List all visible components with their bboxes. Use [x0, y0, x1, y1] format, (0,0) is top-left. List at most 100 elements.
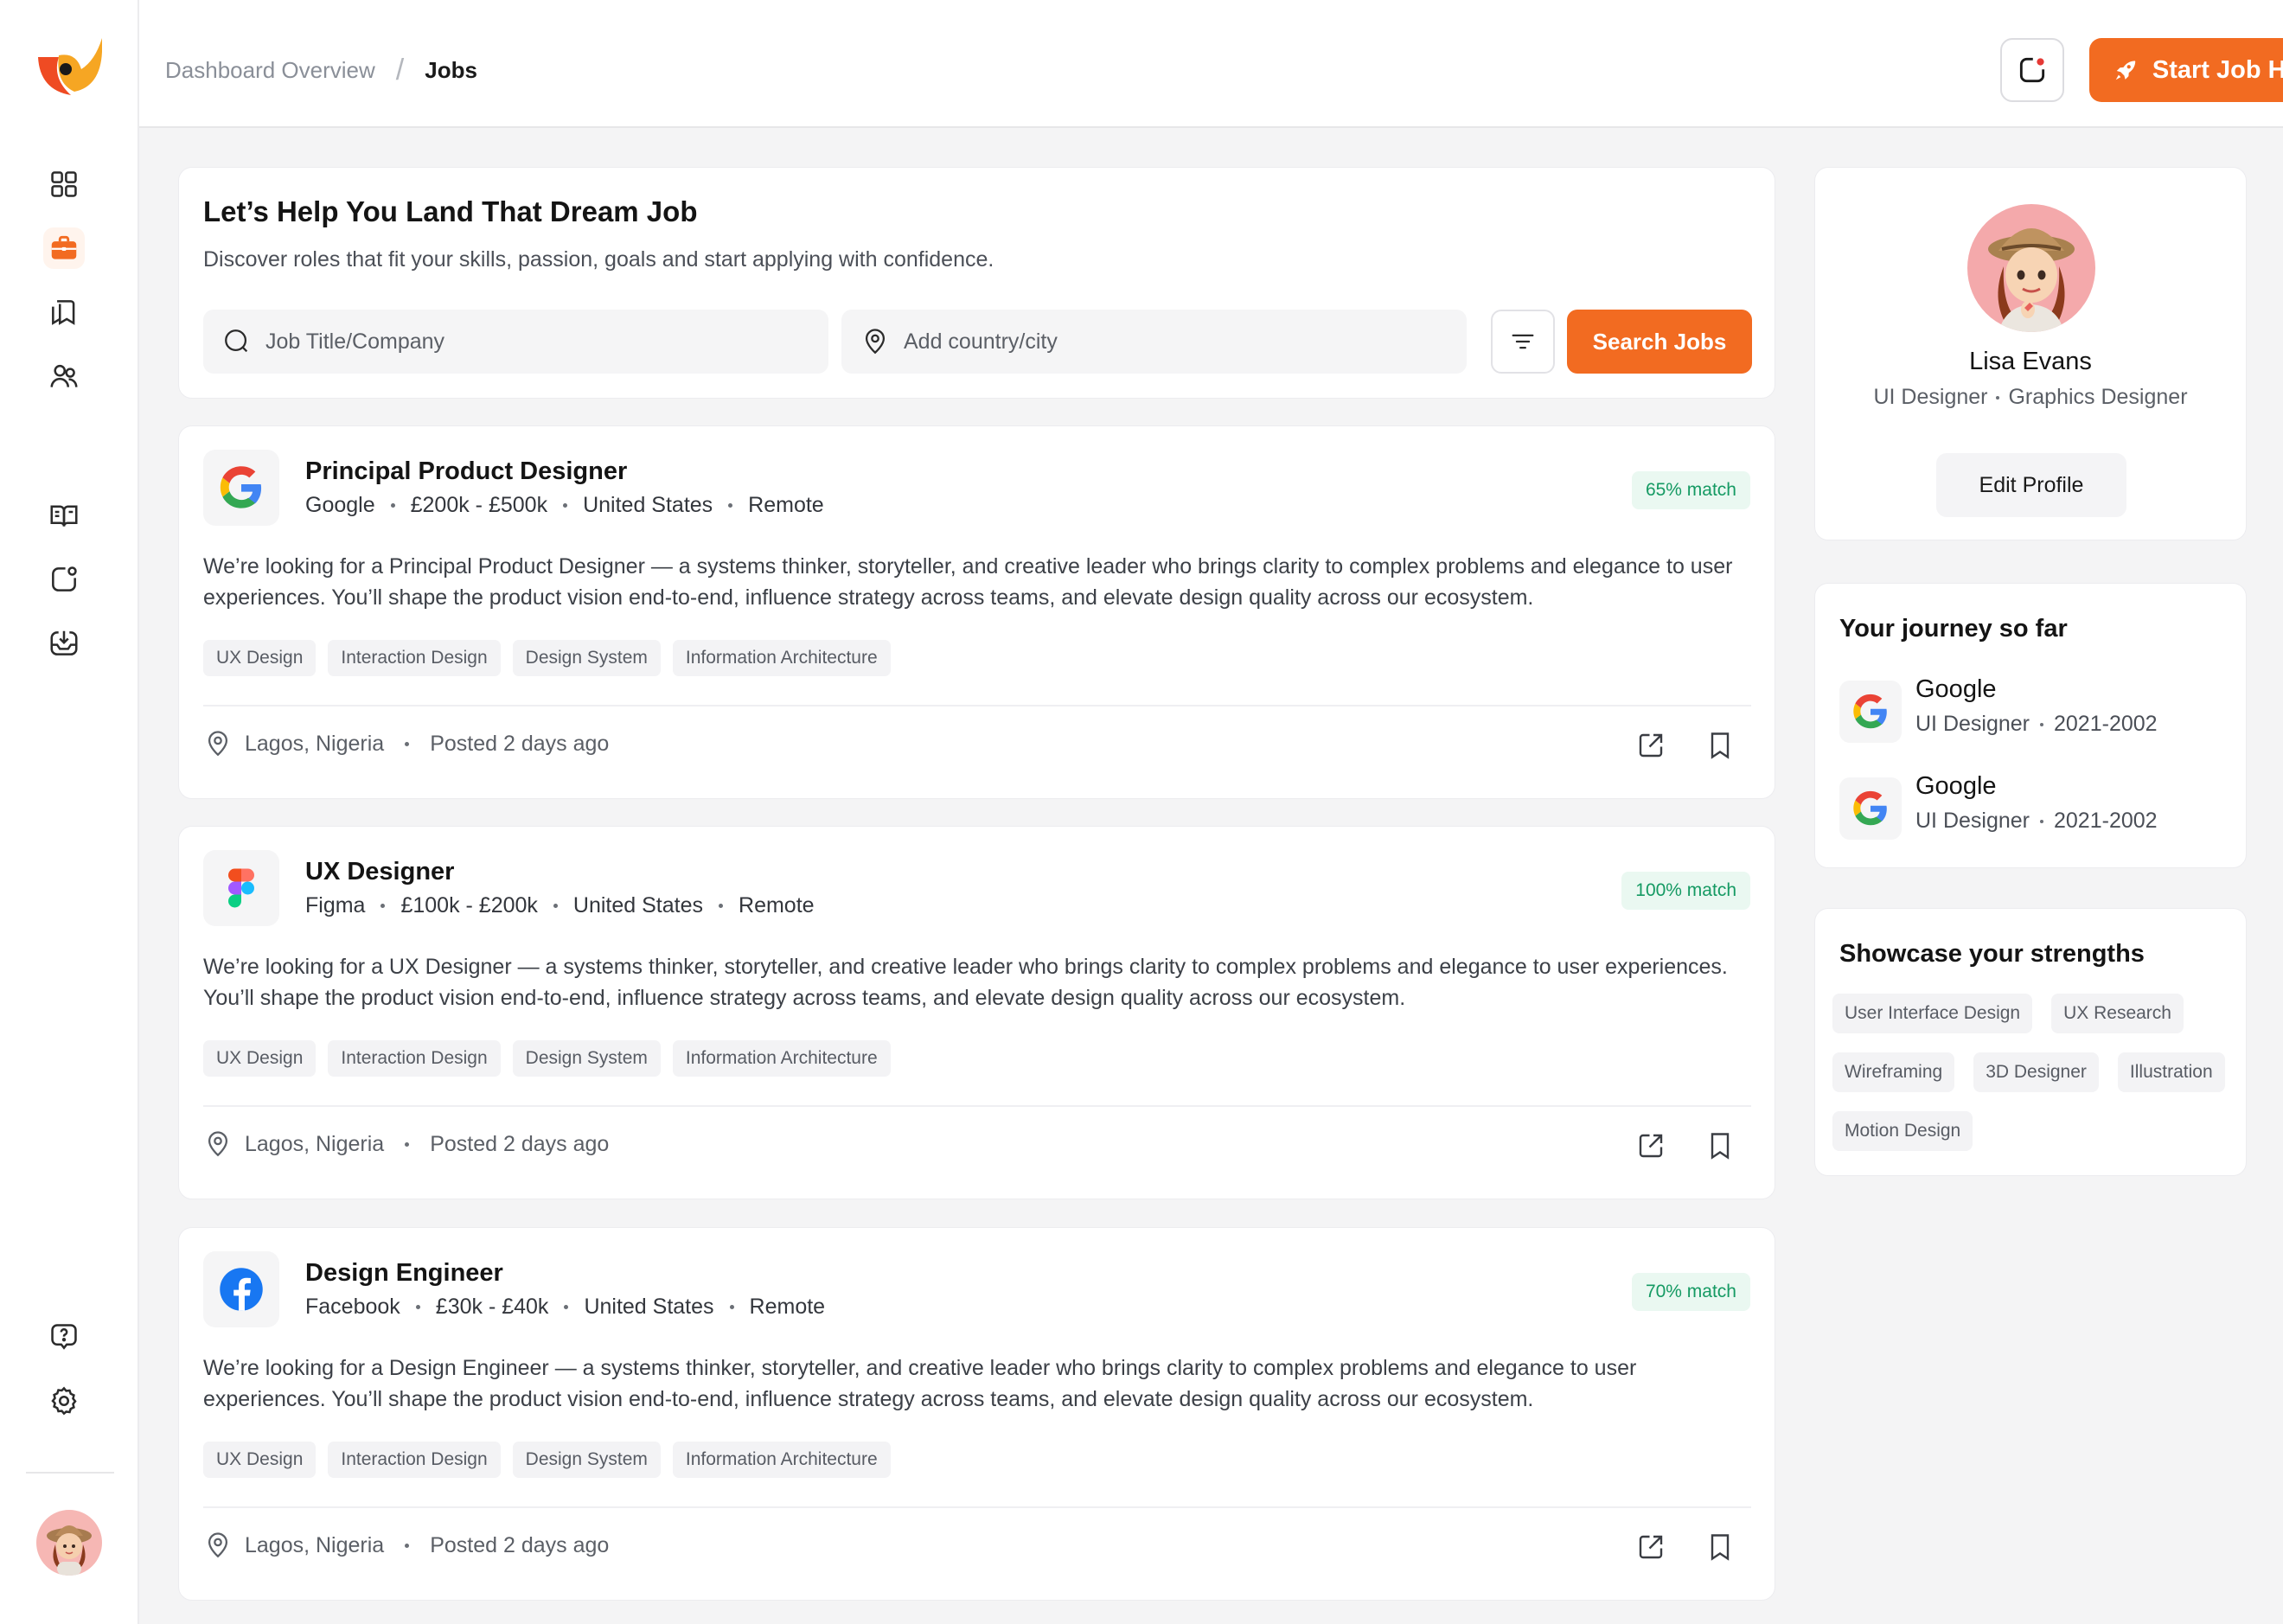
user-avatar[interactable] [36, 1510, 102, 1576]
job-location: Lagos, Nigeria [245, 731, 385, 756]
skill-tag: Design System [512, 1442, 661, 1478]
save-job-button[interactable] [1701, 1528, 1739, 1566]
strength-tag[interactable]: Motion Design [1832, 1111, 1973, 1151]
journey-item[interactable]: Google UI Designer 2021-2002 [1839, 772, 2220, 845]
company-logo [203, 450, 279, 526]
job-title-placeholder: Job Title/Company [265, 329, 445, 354]
journey-role-title: UI Designer [1915, 809, 2030, 833]
help-chat-icon [51, 1324, 77, 1350]
rocket-icon [2115, 61, 2136, 80]
strength-tags: User Interface Design UX Research Wirefr… [1832, 994, 2230, 1151]
briefcase-icon [51, 235, 77, 259]
job-meta: Figma £100k - £200k United States Remote [305, 893, 815, 918]
notifications-button[interactable] [2000, 38, 2064, 102]
journey-role: UI Designer 2021-2002 [1915, 712, 2158, 737]
figma-logo-icon [228, 868, 254, 908]
job-title[interactable]: Principal Product Designer [305, 457, 627, 486]
job-description: We’re looking for a UX Designer — a syst… [203, 955, 1728, 1010]
grid-icon [51, 171, 77, 197]
job-footer: Lagos, Nigeria Posted 2 days ago [203, 729, 609, 758]
nav-notifications[interactable] [43, 559, 85, 600]
job-meta: Facebook £30k - £40k United States Remot… [305, 1295, 825, 1320]
nav-learn[interactable] [43, 495, 85, 536]
job-card[interactable]: Design Engineer Facebook £30k - £40k Uni… [178, 1227, 1775, 1601]
hero-title: Let’s Help You Land That Dream Job [203, 195, 698, 227]
location-pin-icon [208, 731, 228, 757]
job-posted: Posted 2 days ago [430, 1131, 610, 1156]
job-salary: £100k - £200k [400, 893, 538, 917]
job-footer: Lagos, Nigeria Posted 2 days ago [203, 1531, 609, 1560]
job-company: Google [305, 493, 375, 517]
skill-tag: Interaction Design [328, 1040, 501, 1077]
nav-inbox[interactable] [43, 623, 85, 664]
journey-role-title: UI Designer [1915, 712, 2030, 736]
job-footer: Lagos, Nigeria Posted 2 days ago [203, 1129, 609, 1159]
breadcrumb: Dashboard Overview / Jobs [165, 54, 477, 87]
open-job-button[interactable] [1632, 1127, 1670, 1165]
save-job-button[interactable] [1701, 726, 1739, 764]
job-work-mode: Remote [739, 893, 815, 917]
skill-tag: Interaction Design [328, 640, 501, 676]
filter-icon [1512, 334, 1534, 349]
journey-title: Your journey so far [1839, 615, 2068, 643]
strength-tag[interactable]: User Interface Design [1832, 994, 2033, 1033]
start-job-hunting-button[interactable]: Start Job Hunting [2089, 38, 2283, 102]
job-company: Facebook [305, 1295, 400, 1319]
external-link-icon [1639, 1134, 1663, 1158]
company-logo [1839, 681, 1902, 743]
job-work-mode: Remote [748, 493, 824, 517]
settings-gear-icon [51, 1386, 77, 1416]
job-title[interactable]: Design Engineer [305, 1259, 503, 1288]
divider [203, 1506, 1751, 1508]
app-logo-icon[interactable] [33, 35, 107, 100]
skill-tag: Design System [512, 640, 661, 676]
profile-name: Lisa Evans [1969, 348, 2092, 375]
breadcrumb-current: Jobs [425, 57, 477, 83]
edit-profile-button[interactable]: Edit Profile [1936, 453, 2126, 517]
divider [203, 705, 1751, 707]
nav-jobs[interactable] [43, 227, 85, 269]
open-job-button[interactable] [1632, 1528, 1670, 1566]
job-card[interactable]: Principal Product Designer Google £200k … [178, 425, 1775, 799]
search-icon [225, 329, 248, 353]
skill-tags: UX Design Interaction Design Design Syst… [203, 1040, 891, 1077]
breadcrumb-dashboard-link[interactable]: Dashboard Overview [165, 57, 375, 84]
job-description: We’re looking for a Principal Product De… [203, 554, 1733, 610]
job-title[interactable]: UX Designer [305, 858, 454, 886]
nav-help[interactable] [43, 1316, 85, 1358]
users-icon [50, 364, 78, 387]
strength-tag[interactable]: Illustration [2117, 1052, 2225, 1092]
journey-years: 2021-2002 [2054, 712, 2158, 736]
nav-community[interactable] [43, 355, 85, 397]
strength-tag[interactable]: 3D Designer [1973, 1052, 2099, 1092]
open-job-button[interactable] [1632, 726, 1670, 764]
location-placeholder: Add country/city [904, 329, 1058, 354]
bookmark-icon [1711, 1133, 1730, 1160]
profile-role-primary: UI Designer [1873, 385, 1988, 409]
notification-square-icon [52, 566, 77, 591]
nav-settings[interactable] [43, 1380, 85, 1422]
save-job-button[interactable] [1701, 1127, 1739, 1165]
job-meta: Google £200k - £500k United States Remot… [305, 493, 824, 518]
profile-avatar [1967, 204, 2095, 332]
skill-tag: Design System [512, 1040, 661, 1077]
job-card[interactable]: UX Designer Figma £100k - £200k United S… [178, 826, 1775, 1199]
journey-item[interactable]: Google UI Designer 2021-2002 [1839, 675, 2220, 748]
skill-tags: UX Design Interaction Design Design Syst… [203, 640, 891, 676]
nav-saved[interactable] [43, 291, 85, 333]
filter-button[interactable] [1491, 310, 1555, 374]
search-jobs-button[interactable]: Search Jobs [1567, 310, 1752, 374]
book-open-icon [50, 505, 78, 527]
nav-dashboard[interactable] [43, 163, 85, 205]
location-pin-icon [865, 329, 886, 355]
skill-tag: Interaction Design [328, 1442, 501, 1478]
strength-tag[interactable]: Wireframing [1832, 1052, 1955, 1092]
match-badge: 65% match [1631, 471, 1750, 509]
strengths-card: Showcase your strengths User Interface D… [1814, 908, 2247, 1176]
external-link-icon [1639, 733, 1663, 758]
match-badge: 70% match [1631, 1273, 1750, 1311]
bookmark-icon [1711, 1534, 1730, 1561]
strength-tag[interactable]: UX Research [2051, 994, 2184, 1033]
job-title-search-input[interactable]: Job Title/Company [203, 310, 828, 374]
location-search-input[interactable]: Add country/city [841, 310, 1467, 374]
